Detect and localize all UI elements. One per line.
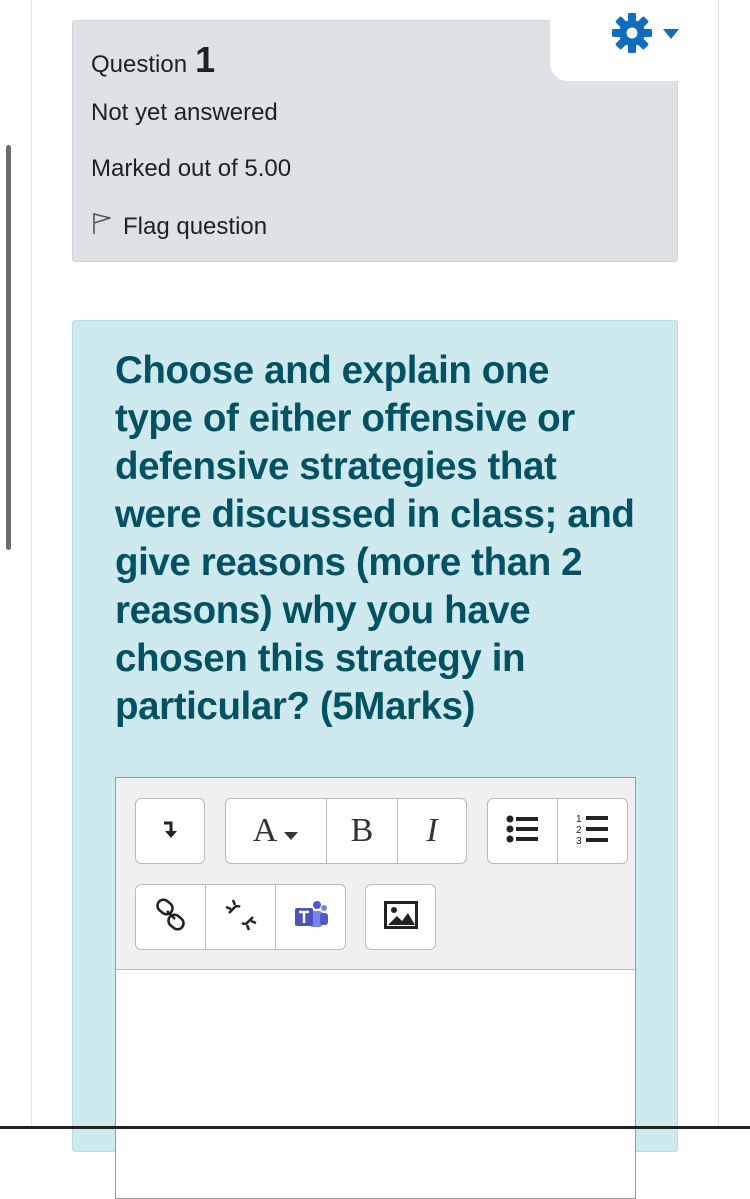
toolbar-group-media: [365, 884, 436, 950]
gear-menu-container: [550, 0, 718, 81]
svg-text:3: 3: [576, 836, 582, 845]
link-icon: [154, 897, 188, 937]
bold-button[interactable]: B: [327, 799, 398, 863]
bold-label: B: [350, 812, 374, 849]
link-button[interactable]: [136, 885, 206, 949]
settings-menu-button[interactable]: [610, 11, 680, 60]
toolbar-group-lists: 123: [487, 798, 628, 864]
toolbar-group-collapse: [135, 798, 205, 864]
collapse-toolbar-button[interactable]: [136, 799, 204, 863]
unlink-button[interactable]: [206, 885, 276, 949]
italic-label: I: [426, 812, 438, 849]
caret-down-icon: [662, 27, 680, 45]
font-style-caret-icon: [283, 812, 299, 850]
image-icon: [383, 900, 418, 934]
unordered-list-icon: [506, 815, 540, 848]
answer-text-area[interactable]: [116, 970, 635, 1198]
gear-icon: [610, 11, 654, 60]
editor-toolbar: A B I 1 2 3: [116, 778, 635, 970]
font-style-label: A: [252, 812, 278, 849]
collapse-toolbar-icon: [161, 817, 179, 846]
question-formulation: Choose and explain one type of either of…: [72, 320, 678, 1199]
insert-image-button[interactable]: [366, 885, 435, 949]
svg-text:2: 2: [576, 825, 582, 836]
unlink-icon: [223, 897, 259, 938]
ordered-list-icon: 123: [576, 813, 610, 850]
toolbar-group-style: A B I: [225, 798, 467, 864]
toolbar-group-links: [135, 884, 346, 950]
question-title: Question 1: [91, 39, 215, 81]
italic-button[interactable]: I: [398, 799, 466, 863]
question-number: 1: [195, 39, 216, 80]
flag-question-link[interactable]: Flag question: [91, 211, 267, 242]
question-text: Choose and explain one type of either of…: [115, 349, 635, 728]
page-border-right: [718, 0, 719, 1129]
flag-icon: [91, 211, 123, 242]
font-style-button[interactable]: A: [226, 799, 327, 863]
flag-question-label: Flag question: [123, 212, 268, 240]
scrollbar[interactable]: [6, 145, 11, 550]
question-label: Question: [91, 51, 188, 78]
question-status: Not yet answered: [91, 99, 278, 126]
svg-text:1: 1: [576, 814, 582, 825]
teams-meeting-button[interactable]: [276, 885, 345, 949]
ordered-list-button[interactable]: 123: [558, 799, 627, 863]
unordered-list-button[interactable]: [488, 799, 558, 863]
teams-icon: [293, 899, 329, 936]
answer-editor[interactable]: A B I 1 2 3: [115, 777, 636, 1199]
question-marks: Marked out of 5.00: [91, 155, 292, 182]
page-border-left: [31, 0, 32, 1129]
